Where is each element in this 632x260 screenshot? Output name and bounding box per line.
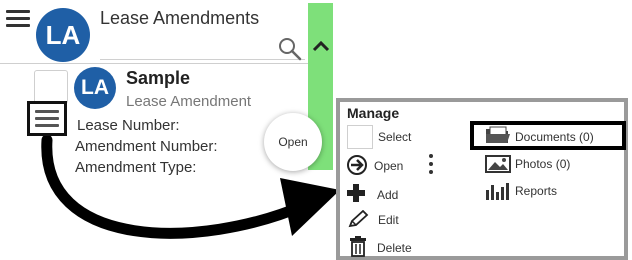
open-action[interactable]: Open: [374, 159, 403, 173]
reports-link[interactable]: Reports: [515, 184, 557, 198]
pencil-icon[interactable]: [348, 210, 370, 228]
chevron-up-icon[interactable]: [311, 38, 331, 54]
folder-icon[interactable]: [485, 125, 511, 145]
field-lease-number: Lease Number:: [77, 117, 180, 134]
arrow-right-circle-icon[interactable]: [346, 154, 368, 176]
plus-icon[interactable]: [346, 183, 366, 203]
documents-link[interactable]: Documents (0): [515, 130, 594, 144]
photos-link[interactable]: Photos (0): [515, 157, 570, 171]
main-menu-icon[interactable]: [6, 10, 30, 28]
edit-action[interactable]: Edit: [378, 213, 399, 227]
item-avatar: LA: [74, 67, 116, 109]
page-title: Lease Amendments: [100, 8, 260, 28]
manage-title: Manage: [347, 105, 400, 121]
field-amendment-number: Amendment Number:: [75, 138, 218, 155]
select-checkbox[interactable]: [347, 125, 373, 149]
search-icon[interactable]: [277, 36, 303, 62]
add-action[interactable]: Add: [377, 188, 398, 202]
kebab-menu-icon[interactable]: [427, 154, 435, 178]
divider: [0, 63, 308, 64]
field-amendment-type: Amendment Type:: [75, 159, 197, 176]
bar-chart-icon[interactable]: [485, 182, 511, 200]
item-subtitle: Lease Amendment: [126, 93, 252, 110]
delete-action[interactable]: Delete: [377, 241, 412, 255]
open-button[interactable]: Open: [264, 113, 322, 171]
item-menu-icon[interactable]: [27, 101, 67, 136]
search-input[interactable]: [100, 31, 305, 60]
image-icon[interactable]: [485, 155, 511, 173]
select-action[interactable]: Select: [378, 130, 411, 144]
item-title[interactable]: Sample: [126, 68, 190, 89]
item-checkbox[interactable]: [34, 70, 68, 104]
app-avatar: LA: [36, 8, 90, 62]
trash-icon[interactable]: [349, 236, 367, 257]
